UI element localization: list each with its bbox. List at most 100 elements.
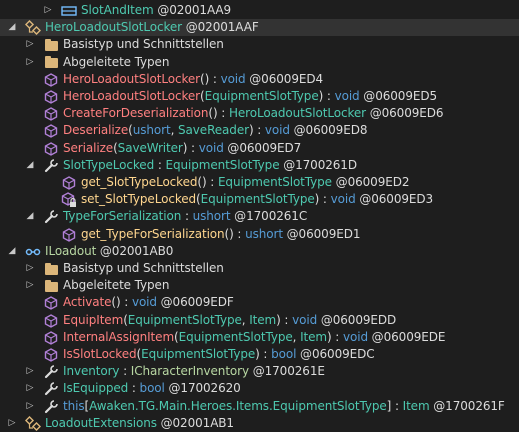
label-segment: Item — [249, 312, 277, 327]
interface-icon — [25, 244, 41, 260]
label-segment: @02001AB0 — [96, 243, 174, 258]
tree-row[interactable]: CreateForDeserialization() : HeroLoadout… — [0, 105, 519, 122]
folder-icon — [43, 261, 59, 277]
tree-row[interactable]: ▷ Basistyp und Schnittstellen — [0, 260, 519, 277]
expand-arrow-icon[interactable]: ▷ — [42, 2, 54, 19]
tree-row-label: LoadoutExtensions @02001AB1 — [45, 415, 234, 432]
label-segment: EquipmentSlotType — [127, 312, 242, 327]
label-segment: ) : — [255, 347, 272, 361]
tree-row[interactable]: ◢ ILoadout @02001AB0 — [0, 243, 519, 260]
wrench-icon — [43, 399, 59, 415]
tree-row-label: Activate() : void @06009EDF — [63, 294, 234, 311]
folder-icon — [43, 278, 59, 294]
expand-arrow-icon[interactable]: ▷ — [24, 277, 36, 294]
collapse-arrow-icon[interactable]: ◢ — [24, 208, 36, 225]
label-segment: EquipmentSlotType — [200, 192, 315, 207]
label-segment: SaveReader — [178, 123, 249, 138]
label-segment: InternalAssignItem — [63, 329, 175, 344]
expand-arrow-icon[interactable]: ▷ — [24, 36, 36, 53]
method-icon — [43, 106, 59, 122]
tree-row-label: Abgeleitete Typen — [63, 277, 169, 294]
label-segment: HeroLoadoutSlotLocker — [45, 20, 183, 35]
tree-row[interactable]: ▷ IsEquipped : bool @17002620 — [0, 380, 519, 397]
collapse-arrow-icon[interactable]: ◢ — [6, 19, 18, 36]
label-segment: EquipmentSlotType — [217, 175, 332, 189]
tree-row[interactable]: get_SlotTypeLocked() : EquipmentSlotType… — [0, 174, 519, 191]
label-segment: () : — [224, 226, 246, 241]
label-segment: Deserialize — [63, 123, 129, 138]
label-segment: Item — [402, 398, 430, 413]
tree-row[interactable]: EquipItem(EquipmentSlotType, Item) : voi… — [0, 312, 519, 329]
label-segment: get_SlotTypeLocked — [81, 175, 198, 189]
tree-row[interactable]: ▷ LoadoutExtensions @02001AB1 — [0, 415, 519, 432]
tree-row[interactable]: HeroLoadoutSlotLocker() : void @06009ED4 — [0, 71, 519, 88]
label-segment: () : — [200, 71, 221, 86]
expand-arrow-icon[interactable]: ▷ — [24, 380, 36, 397]
tree-row[interactable]: ▷ Inventory : ICharacterInventory @170026… — [0, 363, 519, 380]
tree-row-label: ILoadout @02001AB0 — [45, 243, 173, 260]
tree-row[interactable]: ▷ Basistyp und Schnittstellen — [0, 36, 519, 53]
tree-row[interactable]: ▷ Abgeleitete Typen — [0, 54, 519, 71]
label-segment: @06009ED1 — [282, 226, 361, 241]
expand-arrow-icon[interactable]: ▷ — [24, 363, 36, 380]
label-segment: () : — [208, 106, 229, 121]
collapse-arrow-icon[interactable]: ◢ — [24, 157, 36, 174]
expand-arrow-icon[interactable]: ▷ — [24, 398, 36, 415]
tree-row[interactable]: ▷ Abgeleitete Typen — [0, 277, 519, 294]
expand-arrow-icon[interactable]: ▷ — [24, 54, 36, 71]
tree-row[interactable]: ▷ SlotAndItem @02001AA9 — [0, 2, 519, 19]
tree-row[interactable]: Activate() : void @06009EDF — [0, 294, 519, 311]
tree-row-label: get_TypeForSerialization() : ushort @060… — [81, 226, 360, 243]
label-segment: this — [63, 398, 85, 413]
label-segment: IsEquipped — [63, 381, 129, 396]
tree-row-label: Basistyp und Schnittstellen — [63, 260, 224, 277]
label-segment: @06009EDC — [296, 347, 375, 361]
tree-row[interactable]: ◢ SlotTypeLocked : EquipmentSlotType @170… — [0, 157, 519, 174]
expand-arrow-icon[interactable]: ▷ — [6, 415, 18, 432]
tree-row[interactable]: IsSlotLocked(EquipmentSlotType) : bool @… — [0, 346, 519, 363]
method-icon — [43, 72, 59, 88]
tree-row[interactable]: set_SlotTypeLocked(EquipmentSlotType) : … — [0, 191, 519, 208]
assembly-tree-view[interactable]: ▷ SlotAndItem @02001AA9 ◢ HeroLoadoutSlotLo… — [0, 0, 519, 431]
tree-row-label: IsSlotLocked(EquipmentSlotType) : bool @… — [63, 346, 375, 363]
wrench-icon — [43, 158, 59, 174]
label-segment: @06009ED3 — [355, 192, 434, 207]
tree-row[interactable]: ◢ HeroLoadoutSlotLocker @02001AAF — [0, 19, 519, 37]
label-segment: ] : — [386, 398, 403, 413]
label-segment: @02001AB1 — [156, 415, 234, 430]
tree-row[interactable]: Serialize(SaveWriter) : void @06009ED7 — [0, 140, 519, 157]
label-segment: HeroLoadoutSlotLocker — [63, 89, 201, 103]
tree-row[interactable]: HeroLoadoutSlotLocker(EquipmentSlotType)… — [0, 88, 519, 105]
label-segment: @06009ED2 — [331, 175, 410, 189]
label-segment: EquipmentSlotType — [141, 347, 256, 361]
method-lock-icon — [61, 192, 77, 208]
label-segment: void — [292, 312, 318, 327]
label-segment: @06009EDF — [156, 295, 234, 310]
tree-row-label: TypeForSerialization : ushort @1700261C — [63, 208, 307, 225]
label-segment: set_SlotTypeLocked — [81, 192, 197, 207]
expand-arrow-icon[interactable]: ▷ — [24, 260, 36, 277]
label-segment: ushort — [192, 209, 231, 224]
wrench-icon — [43, 364, 59, 380]
class-icon — [25, 20, 41, 36]
label-segment: Item — [300, 329, 327, 344]
method-icon — [43, 141, 59, 157]
label-segment: EquipmentSlotType — [165, 157, 280, 172]
label-segment: ) : — [248, 123, 265, 138]
label-segment: Basistyp und Schnittstellen — [63, 261, 224, 275]
label-segment: void — [264, 123, 290, 138]
tree-row[interactable]: Deserialize(ushort, SaveReader) : void @… — [0, 122, 519, 139]
tree-row-label: this[Awaken.TG.Main.Heroes.Items.Equipme… — [63, 398, 505, 415]
tree-row[interactable]: ◢ TypeForSerialization : ushort @1700261C — [0, 208, 519, 225]
label-segment: ) : — [314, 192, 331, 207]
collapse-arrow-icon[interactable]: ◢ — [6, 243, 18, 260]
tree-row-label: Basistyp und Schnittstellen — [63, 36, 224, 53]
class-icon — [25, 415, 41, 432]
tree-row[interactable]: InternalAssignItem(EquipmentSlotType, It… — [0, 329, 519, 346]
tree-row[interactable]: get_TypeForSerialization() : ushort @060… — [0, 226, 519, 243]
label-segment: () : — [197, 175, 218, 189]
label-segment: Basistyp und Schnittstellen — [63, 37, 224, 52]
label-segment: @1700261F — [429, 398, 505, 413]
tree-row[interactable]: ▷ this[Awaken.TG.Main.Heroes.Items.Equipm… — [0, 398, 519, 415]
label-segment: @17002620 — [164, 381, 241, 396]
